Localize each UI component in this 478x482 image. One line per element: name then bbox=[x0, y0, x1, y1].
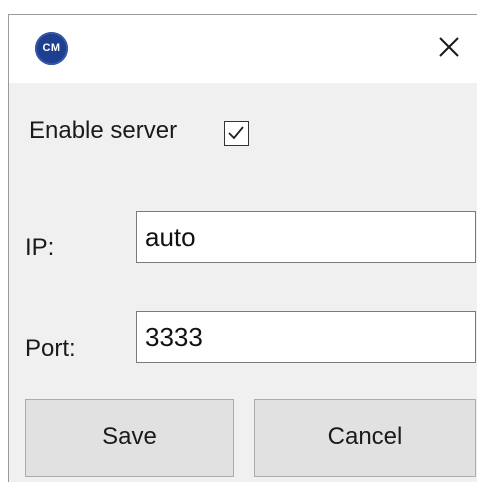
close-icon bbox=[439, 37, 459, 57]
enable-server-checkbox[interactable] bbox=[224, 121, 249, 146]
port-input[interactable] bbox=[136, 311, 476, 363]
port-label: Port: bbox=[25, 335, 76, 362]
cancel-button[interactable]: Cancel bbox=[254, 399, 476, 477]
app-icon-text: CM bbox=[42, 42, 61, 54]
title-bar: CM bbox=[9, 15, 477, 83]
close-button[interactable] bbox=[429, 27, 469, 67]
ip-input[interactable] bbox=[136, 211, 476, 263]
server-settings-dialog: CM Enable server IP: Port: Save Cancel bbox=[8, 14, 477, 482]
ip-label: IP: bbox=[25, 234, 55, 261]
save-button[interactable]: Save bbox=[25, 399, 234, 477]
enable-server-label: Enable server bbox=[29, 117, 178, 144]
checkmark-icon bbox=[228, 126, 244, 140]
cm-logo-icon: CM bbox=[35, 32, 68, 65]
